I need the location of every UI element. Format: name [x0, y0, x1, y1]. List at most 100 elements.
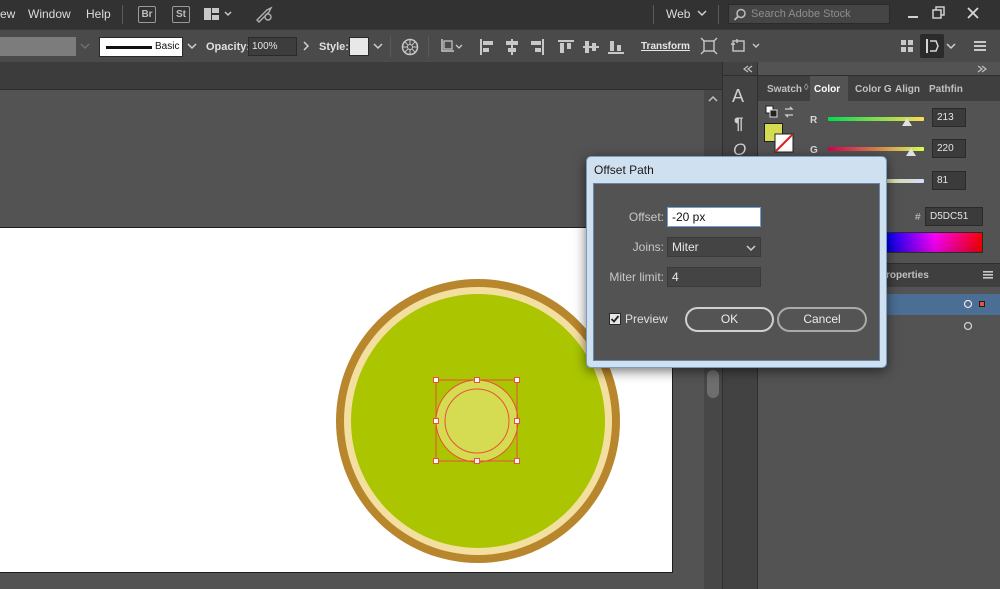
menu-view[interactable]: ew — [0, 7, 15, 21]
stock-button[interactable]: St — [172, 6, 190, 23]
transform-link[interactable]: Transform — [641, 41, 690, 52]
scrollbar-thumb[interactable] — [707, 370, 719, 398]
chevron-right-icon[interactable] — [301, 40, 311, 55]
properties-icon — [926, 39, 939, 53]
tab-color-active[interactable]: Color — [810, 76, 848, 101]
graphic-style-swatch[interactable] — [349, 37, 369, 56]
default-colors-icon[interactable] — [765, 105, 779, 119]
panel-menu-icon[interactable] — [982, 270, 994, 280]
green-value-input[interactable]: 220 — [932, 139, 966, 158]
slider-thumb[interactable] — [902, 118, 912, 126]
menu-divider — [122, 5, 123, 24]
align-top-button[interactable] — [556, 37, 576, 57]
collapse-panels-icon[interactable] — [976, 65, 988, 73]
restore-button[interactable] — [931, 5, 947, 21]
collapse-panel-icon[interactable] — [742, 65, 754, 73]
menu-window[interactable]: Window — [28, 7, 71, 21]
transform-each-icon — [731, 39, 760, 52]
swap-colors-icon[interactable] — [782, 105, 796, 119]
gpu-performance-button[interactable] — [254, 5, 274, 23]
slider-thumb[interactable] — [906, 148, 916, 156]
chevron-down-icon[interactable] — [187, 41, 197, 54]
tab-stepper-icon: ◊ — [804, 82, 809, 92]
joins-select[interactable]: Miter — [667, 237, 761, 257]
tab-swatches[interactable]: Swatch — [767, 81, 802, 99]
offset-label: Offset: — [628, 210, 664, 224]
hex-value-input[interactable]: D5DC51 — [925, 207, 983, 226]
stroke-none-swatch[interactable] — [774, 133, 794, 153]
menu-divider — [653, 5, 654, 24]
layer-row[interactable] — [885, 316, 1000, 336]
rocket-icon — [256, 6, 273, 23]
minimize-icon — [908, 16, 918, 18]
search-icon — [733, 8, 746, 21]
ok-button[interactable]: OK — [685, 307, 774, 332]
align-bottom-button[interactable] — [606, 37, 626, 57]
close-button[interactable] — [965, 5, 981, 21]
stroke-profile-select[interactable]: Basic — [99, 37, 183, 57]
workspace-switcher[interactable]: Web — [666, 7, 690, 21]
edit-toolbar-button[interactable] — [729, 36, 763, 56]
document-tabs-bar — [0, 62, 722, 90]
cancel-button[interactable]: Cancel — [777, 307, 867, 332]
blue-value-input[interactable]: 81 — [932, 171, 966, 190]
selection-indicator[interactable] — [979, 301, 985, 307]
selection-handle — [433, 377, 439, 383]
miter-limit-input[interactable]: 4 — [667, 267, 761, 287]
color-spectrum[interactable] — [886, 232, 983, 253]
align-right-button[interactable] — [527, 37, 547, 57]
opacity-input[interactable]: 100% — [248, 37, 297, 56]
panel-empty-area — [758, 337, 1000, 589]
stock-search[interactable]: Search Adobe Stock — [728, 4, 890, 24]
align-middle-icon — [583, 41, 599, 53]
align-left-icon — [480, 39, 493, 55]
target-icon[interactable] — [963, 299, 973, 309]
selection-handle — [433, 418, 439, 424]
align-top-icon — [558, 40, 574, 53]
tab-properties[interactable]: roperties — [886, 270, 929, 281]
dialog-title: Offset Path — [594, 163, 654, 177]
arrange-panels-button[interactable] — [898, 37, 916, 55]
align-center-button[interactable] — [502, 37, 522, 57]
panel-menu-button[interactable] — [972, 38, 988, 54]
tab-color[interactable]: Color — [814, 81, 840, 99]
arrange-documents-button[interactable] — [203, 7, 233, 21]
stroke-profile-label: Basic — [155, 41, 180, 52]
artwork-circles[interactable] — [330, 276, 626, 572]
minimize-button[interactable] — [905, 6, 921, 22]
align-left-button[interactable] — [477, 37, 497, 57]
align-bottom-icon — [608, 41, 624, 54]
toolbar-divider — [428, 36, 429, 57]
paragraph-panel-button[interactable]: ¶ — [734, 114, 743, 134]
search-input[interactable]: Search Adobe Stock — [751, 8, 851, 20]
scroll-up-icon[interactable] — [708, 94, 718, 104]
target-icon[interactable] — [963, 321, 973, 331]
restore-icon — [932, 6, 945, 19]
chevron-down-icon[interactable] — [373, 41, 383, 54]
bridge-button[interactable]: Br — [138, 6, 156, 23]
tab-align[interactable]: Align — [895, 81, 920, 99]
blue-slider[interactable] — [886, 179, 924, 183]
green-channel-label: G — [810, 145, 818, 156]
joins-value: Miter — [672, 240, 699, 254]
stroke-weight-field[interactable] — [0, 37, 76, 56]
preview-checkbox[interactable] — [609, 313, 621, 325]
selected-circle[interactable] — [435, 379, 519, 463]
preview-label[interactable]: Preview — [625, 312, 668, 326]
tab-color-guide[interactable]: Color G — [855, 81, 892, 99]
offset-input[interactable]: -20 px — [667, 207, 761, 227]
properties-panel-toggle[interactable] — [920, 34, 944, 58]
layer-row-selected[interactable] — [885, 294, 1000, 315]
align-to-button[interactable] — [438, 37, 464, 57]
selection-handle — [514, 377, 520, 383]
recolor-artwork-button[interactable] — [400, 37, 420, 57]
chevron-down-icon[interactable] — [946, 41, 956, 54]
selection-handle — [433, 458, 439, 464]
red-value-input[interactable]: 213 — [932, 108, 966, 127]
align-middle-button[interactable] — [581, 37, 601, 57]
menu-help[interactable]: Help — [86, 7, 111, 21]
toolbar-divider — [390, 36, 391, 57]
tab-pathfinder[interactable]: Pathfin — [929, 81, 963, 99]
character-panel-button[interactable]: A — [732, 86, 744, 107]
isolate-button[interactable] — [699, 36, 719, 56]
